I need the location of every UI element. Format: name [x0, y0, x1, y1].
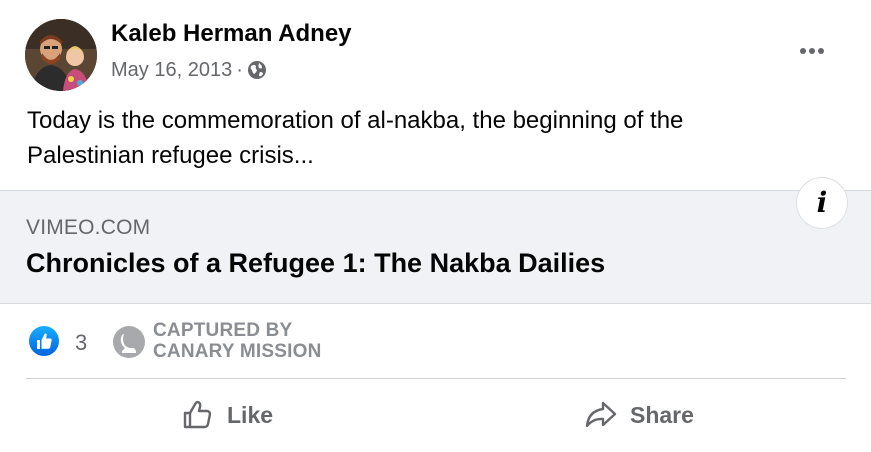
post-text-line: Today is the commemoration of al-nakba, …	[27, 107, 684, 134]
share-button[interactable]: Share	[584, 393, 694, 437]
post-meta: May 16, 2013 ·	[111, 58, 267, 82]
share-arrow-icon	[585, 401, 617, 428]
watermark-label: CAPTURED BY CANARY MISSION	[153, 320, 322, 362]
watermark-line: CAPTURED BY	[153, 320, 293, 341]
thumbs-up-icon	[183, 400, 212, 429]
reaction-count[interactable]: 3	[75, 330, 87, 356]
like-button[interactable]: Like	[181, 393, 273, 437]
author-name[interactable]: Kaleb Herman Adney	[111, 20, 352, 48]
actions-divider	[26, 378, 846, 379]
meta-separator: ·	[236, 58, 243, 81]
like-reaction-icon[interactable]	[29, 326, 59, 356]
more-options-button[interactable]	[788, 33, 836, 69]
author-avatar[interactable]	[25, 19, 97, 91]
facebook-post: Kaleb Herman Adney May 16, 2013 · Today …	[0, 0, 871, 452]
link-title[interactable]: Chronicles of a Refugee 1: The Nakba Dai…	[26, 248, 605, 279]
post-text-line: Palestinian refugee crisis...	[27, 142, 314, 169]
link-preview-card[interactable]: VIMEO.COM Chronicles of a Refugee 1: The…	[0, 190, 871, 304]
globe-icon[interactable]	[247, 60, 267, 80]
post-date[interactable]: May 16, 2013	[111, 59, 232, 82]
watermark-line: CANARY MISSION	[153, 341, 322, 362]
info-button[interactable]: i	[796, 177, 848, 229]
more-horizontal-icon	[800, 48, 824, 54]
canary-mission-logo	[112, 325, 146, 359]
like-label: Like	[227, 401, 274, 428]
info-icon: i	[816, 186, 828, 219]
share-label: Share	[630, 401, 694, 428]
link-domain: VIMEO.COM	[26, 216, 151, 239]
post-text: Today is the commemoration of al-nakba, …	[27, 103, 827, 173]
